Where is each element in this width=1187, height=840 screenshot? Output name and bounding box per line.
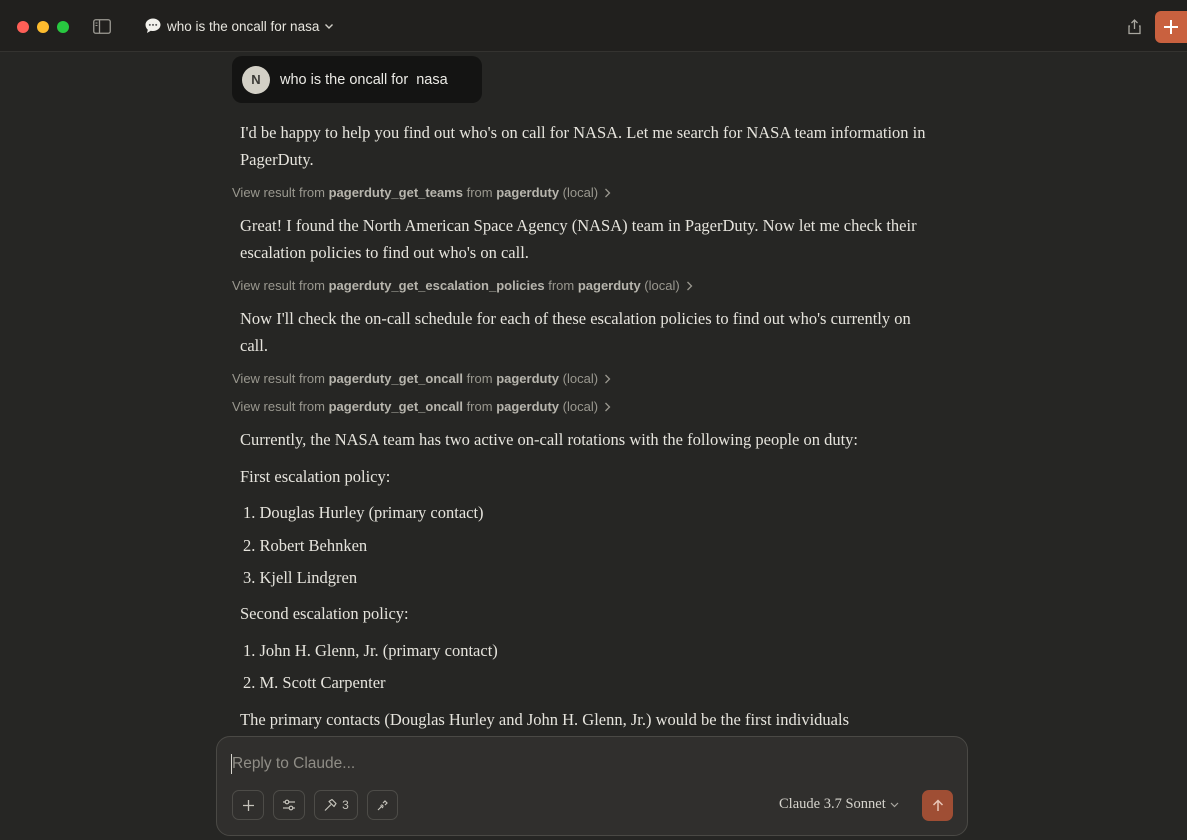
list-item: 3. Kjell Lindgren — [243, 568, 358, 587]
tool-result-escalation-policies[interactable]: View result from pagerduty_get_escalatio… — [232, 278, 693, 293]
share-icon[interactable] — [1126, 18, 1143, 35]
tools-button[interactable]: 3 — [314, 790, 358, 820]
zoom-window-button[interactable] — [57, 21, 69, 33]
tool-result-mid: from — [544, 278, 578, 293]
chevron-right-icon — [605, 188, 611, 197]
assistant-after-teams: Great! I found the North American Space … — [240, 216, 917, 262]
chevron-right-icon — [605, 374, 611, 383]
server-name: pagerduty — [577, 278, 641, 293]
policy-1-heading: First escalation policy: — [240, 467, 391, 486]
tool-result-suffix: (local) — [559, 185, 599, 200]
model-name: Claude 3.7 Sonnet — [779, 796, 886, 812]
plus-icon — [242, 799, 254, 811]
chevron-down-icon — [325, 23, 334, 29]
tool-result-mid: from — [462, 185, 497, 200]
user-message-text: who is the oncall for nasa — [280, 71, 448, 88]
plus-icon — [1164, 20, 1178, 34]
reply-input[interactable]: Reply to Claude... — [232, 755, 355, 773]
tool-result-teams[interactable]: View result from pagerduty_get_teams fro… — [232, 185, 611, 200]
reply-composer[interactable]: Reply to Claude... 3 Claude 3.7 Sonnet — [216, 736, 968, 836]
assistant-intro: I'd be happy to help you find out who's … — [240, 123, 926, 169]
policy-2-heading: Second escalation policy: — [240, 604, 409, 623]
assistant-after-policies: Now I'll check the on-call schedule for … — [240, 309, 911, 355]
tool-result-mid: from — [462, 371, 497, 386]
chat-title-text: who is the oncall for nasa — [167, 18, 320, 34]
tool-name: pagerduty_get_escalation_policies — [328, 278, 545, 293]
tool-result-oncall-1[interactable]: View result from pagerduty_get_oncall fr… — [232, 371, 611, 386]
model-selector[interactable]: Claude 3.7 Sonnet — [779, 796, 899, 813]
tool-name: pagerduty_get_teams — [328, 185, 463, 200]
speech-bubble-icon — [145, 18, 161, 33]
list-item: 1. John H. Glenn, Jr. (primary contact) — [243, 641, 498, 660]
tool-result-prefix: View result from — [232, 185, 329, 200]
chevron-down-icon — [890, 802, 899, 807]
list-item: 2. M. Scott Carpenter — [243, 673, 386, 692]
user-message: N who is the oncall for nasa — [232, 56, 482, 103]
server-name: pagerduty — [496, 185, 560, 200]
assistant-closing: The primary contacts (Douglas Hurley and… — [240, 710, 850, 729]
send-button[interactable] — [922, 790, 953, 821]
chat-title-menu[interactable]: who is the oncall for nasa — [144, 15, 334, 37]
minimize-window-button[interactable] — [37, 21, 49, 33]
tools-count: 3 — [342, 798, 349, 812]
tool-name: pagerduty_get_oncall — [328, 371, 463, 386]
tool-result-prefix: View result from — [232, 371, 329, 386]
chevron-right-icon — [605, 402, 611, 411]
avatar: N — [242, 65, 270, 94]
server-name: pagerduty — [496, 399, 560, 414]
close-window-button[interactable] — [17, 21, 29, 33]
arrow-up-icon — [932, 799, 943, 811]
conversation: N who is the oncall for nasa I'd be happ… — [0, 52, 1187, 840]
assistant-summary: Currently, the NASA team has two active … — [240, 430, 859, 449]
tool-result-suffix: (local) — [640, 278, 680, 293]
tool-result-suffix: (local) — [559, 371, 599, 386]
integrations-button[interactable] — [367, 790, 398, 820]
list-item: 2. Robert Behnken — [243, 536, 368, 555]
tool-result-suffix: (local) — [559, 399, 599, 414]
list-item: 1. Douglas Hurley (primary contact) — [243, 503, 484, 522]
hammer-icon — [324, 798, 337, 811]
options-button[interactable] — [273, 790, 305, 820]
chevron-right-icon — [686, 281, 693, 290]
add-content-button[interactable] — [232, 790, 264, 820]
new-chat-button[interactable] — [1155, 11, 1187, 43]
tool-result-prefix: View result from — [232, 278, 329, 293]
tool-result-prefix: View result from — [232, 399, 329, 414]
sidebar-toggle-icon[interactable] — [93, 19, 111, 34]
title-bar: who is the oncall for nasa — [0, 0, 1187, 52]
tool-result-mid: from — [462, 399, 497, 414]
tool-name: pagerduty_get_oncall — [328, 399, 463, 414]
plug-icon — [377, 800, 388, 811]
tool-result-oncall-2[interactable]: View result from pagerduty_get_oncall fr… — [232, 399, 611, 414]
server-name: pagerduty — [496, 371, 560, 386]
sliders-icon — [283, 799, 295, 811]
